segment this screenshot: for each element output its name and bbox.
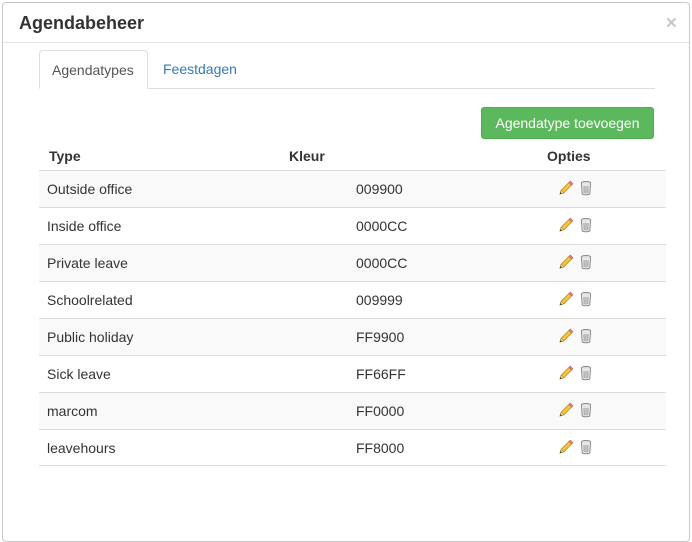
trash-icon[interactable] bbox=[580, 328, 592, 344]
close-button[interactable]: × bbox=[666, 14, 677, 33]
pencil-icon[interactable] bbox=[558, 402, 574, 418]
table-body: Outside office 009900 Inside office 0000… bbox=[39, 170, 666, 466]
trash-icon[interactable] bbox=[580, 365, 592, 381]
tab-agendatypes[interactable]: Agendatypes bbox=[39, 50, 148, 89]
row-color: FF0000 bbox=[356, 403, 404, 419]
row-type: Sick leave bbox=[47, 366, 111, 382]
tab-bar: Agendatypes Feestdagen bbox=[39, 50, 655, 89]
trash-icon[interactable] bbox=[580, 402, 592, 418]
row-color: 0000CC bbox=[356, 255, 407, 271]
row-type: Outside office bbox=[47, 181, 132, 197]
add-agenda-type-button[interactable]: Agendatype toevoegen bbox=[481, 107, 654, 139]
table-row: Public holiday FF9900 bbox=[39, 318, 666, 355]
modal-header: Agendabeheer × bbox=[3, 3, 689, 43]
table-row: leavehours FF8000 bbox=[39, 429, 666, 466]
pencil-icon[interactable] bbox=[558, 365, 574, 381]
trash-icon[interactable] bbox=[580, 180, 592, 196]
row-type: marcom bbox=[47, 403, 98, 419]
pencil-icon[interactable] bbox=[558, 439, 574, 455]
trash-icon[interactable] bbox=[580, 254, 592, 270]
row-type: Schoolrelated bbox=[47, 292, 133, 308]
table-row: Inside office 0000CC bbox=[39, 207, 666, 244]
agenda-management-modal: Agendabeheer × Agendatypes Feestdagen Ag… bbox=[2, 2, 690, 542]
pencil-icon[interactable] bbox=[558, 328, 574, 344]
pencil-icon[interactable] bbox=[558, 254, 574, 270]
row-type: leavehours bbox=[47, 440, 116, 456]
pencil-icon[interactable] bbox=[558, 217, 574, 233]
table-row: Private leave 0000CC bbox=[39, 244, 666, 281]
row-color: FF8000 bbox=[356, 440, 404, 456]
agenda-types-table: Type Kleur Opties Outside office 009900 … bbox=[39, 143, 666, 466]
trash-icon[interactable] bbox=[580, 439, 592, 455]
row-color: 0000CC bbox=[356, 218, 407, 234]
row-type: Public holiday bbox=[47, 329, 133, 345]
pencil-icon[interactable] bbox=[558, 180, 574, 196]
row-type: Inside office bbox=[47, 218, 121, 234]
pencil-icon[interactable] bbox=[558, 291, 574, 307]
row-color: 009900 bbox=[356, 181, 403, 197]
header-options: Opties bbox=[547, 148, 591, 164]
modal-title: Agendabeheer bbox=[19, 13, 144, 34]
row-color: 009999 bbox=[356, 292, 403, 308]
trash-icon[interactable] bbox=[580, 291, 592, 307]
row-color: FF9900 bbox=[356, 329, 404, 345]
table-header: Type Kleur Opties bbox=[39, 143, 666, 170]
row-type: Private leave bbox=[47, 255, 128, 271]
table-row: marcom FF0000 bbox=[39, 392, 666, 429]
table-row: Sick leave FF66FF bbox=[39, 355, 666, 392]
header-type: Type bbox=[49, 148, 81, 164]
trash-icon[interactable] bbox=[580, 217, 592, 233]
tab-feestdagen[interactable]: Feestdagen bbox=[151, 50, 249, 89]
table-row: Outside office 009900 bbox=[39, 170, 666, 207]
table-row: Schoolrelated 009999 bbox=[39, 281, 666, 318]
row-color: FF66FF bbox=[356, 366, 406, 382]
header-color: Kleur bbox=[289, 148, 325, 164]
